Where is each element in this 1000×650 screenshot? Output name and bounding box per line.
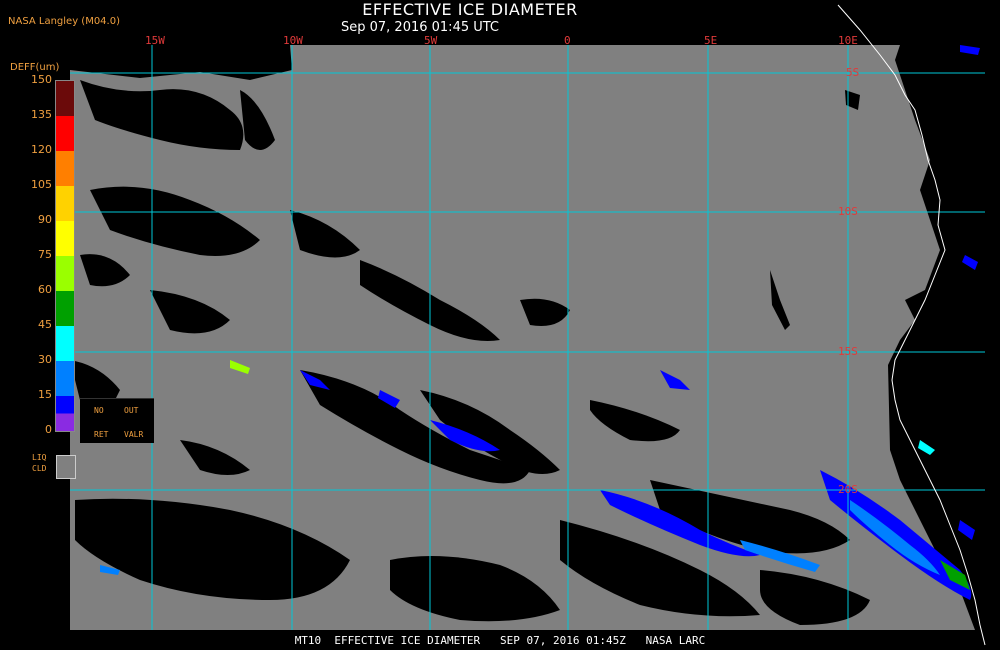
- legend-swatch-15-30: [56, 361, 74, 396]
- no-retrieval-label-ret: RET: [94, 430, 109, 439]
- legend-tick-120: 120: [31, 143, 52, 156]
- no-retrieval-legend-box: NO OUT RET VALR: [80, 398, 154, 443]
- legend-tick-135: 135: [31, 108, 52, 121]
- lon-label-10w: 10W: [283, 34, 303, 47]
- legend-swatch-60-75: [56, 256, 74, 291]
- lat-label-15s: 15S: [838, 345, 858, 358]
- satellite-map: [70, 4, 986, 646]
- legend-tick-15: 15: [38, 388, 52, 401]
- lon-label-5w: 5W: [424, 34, 438, 47]
- liquid-cloud-label-line2: CLD: [32, 464, 47, 473]
- legend-swatch-45-60: [56, 291, 74, 326]
- lat-label-20s: 20S: [838, 483, 858, 496]
- no-retrieval-label-out: OUT: [124, 406, 139, 415]
- legend-tick-45: 45: [38, 318, 52, 331]
- liquid-cloud-swatch: [56, 455, 76, 479]
- no-retrieval-label-valr: VALR: [124, 430, 144, 439]
- legend-swatch-75-90: [56, 221, 74, 256]
- legend-tick-30: 30: [38, 353, 52, 366]
- legend-tick-105: 105: [31, 178, 52, 191]
- liquid-cloud-label-line1: LIQ: [32, 453, 47, 462]
- legend-tick-75: 75: [38, 248, 52, 261]
- lat-label-10s: 10S: [838, 205, 858, 218]
- legend-swatch-135-150: [56, 81, 74, 116]
- lon-label-5e: 5E: [704, 34, 718, 47]
- no-retrieval-label-no: NO: [94, 406, 104, 415]
- legend-swatch-30-45: [56, 326, 74, 361]
- legend-swatch-105-120: [56, 151, 74, 186]
- legend-swatch-120-135: [56, 116, 74, 151]
- legend-swatch-90-105: [56, 186, 74, 221]
- lat-label-5s: 5S: [846, 66, 860, 79]
- color-scale-bar: [55, 80, 75, 432]
- legend-tick-0: 0: [45, 423, 52, 436]
- lon-label-10e: 10E: [838, 34, 858, 47]
- lon-label-0: 0: [564, 34, 571, 47]
- legend-tick-60: 60: [38, 283, 52, 296]
- legend-tick-150: 150: [31, 73, 52, 86]
- footer-caption: MT10 EFFECTIVE ICE DIAMETER SEP 07, 2016…: [294, 634, 706, 647]
- legend-tick-90: 90: [38, 213, 52, 226]
- legend-title: DEFF(um): [10, 62, 60, 73]
- liquid-cloud-label: LIQ CLD: [32, 452, 46, 474]
- lon-label-15w: 15W: [145, 34, 165, 47]
- legend-swatch-0: [56, 396, 74, 431]
